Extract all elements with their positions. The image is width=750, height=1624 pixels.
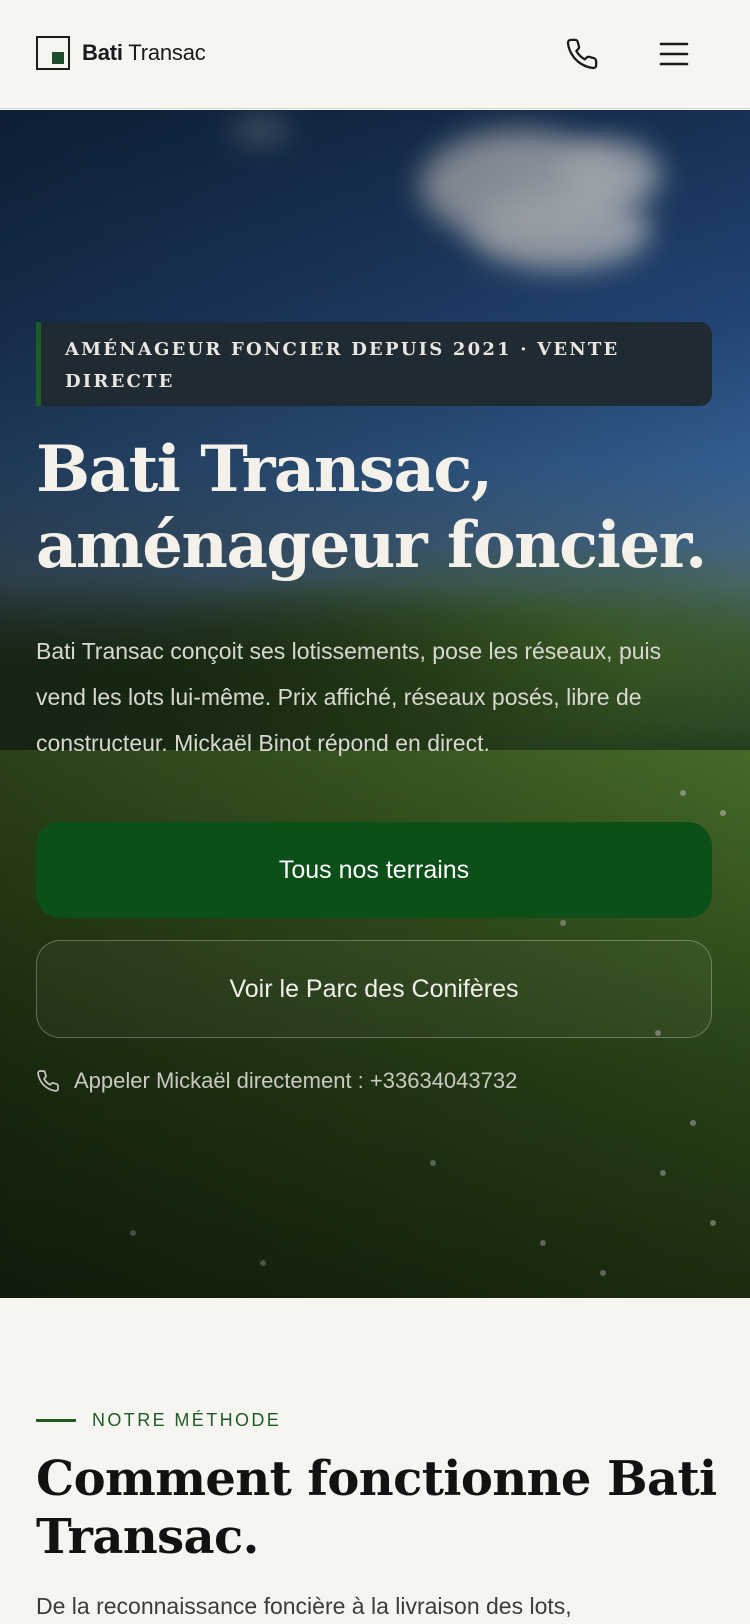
logo-square-icon: [36, 36, 70, 70]
hero-badge-text: AMÉNAGEUR FONCIER DEPUIS 2021 · VENTE DI…: [65, 339, 620, 392]
brand-name-rest: Transac: [128, 40, 206, 65]
call-link[interactable]: Appeler Mickaël directement : +336340437…: [36, 1068, 517, 1094]
phone-icon: [566, 38, 598, 70]
method-title: Comment fonctionne Bati Transac.: [36, 1451, 717, 1565]
menu-button[interactable]: [654, 34, 694, 74]
brand-name-bold: Bati: [82, 40, 123, 65]
call-link-text: Appeler Mickaël directement : +336340437…: [74, 1068, 518, 1093]
header-phone-button[interactable]: [562, 34, 602, 74]
brand-logo[interactable]: Bati Transac: [36, 36, 206, 70]
hero-description: Bati Transac conçoit ses lotissements, p…: [36, 638, 662, 756]
eyebrow-rule: [36, 1419, 76, 1422]
parc-des-coniferes-button[interactable]: Voir le Parc des Conifères: [36, 940, 712, 1038]
site-header: Bati Transac: [0, 0, 750, 109]
method-eyebrow: NOTRE MÉTHODE: [36, 1410, 281, 1431]
hero-title: Bati Transac, aménageur foncier.: [36, 432, 707, 583]
method-eyebrow-text: NOTRE MÉTHODE: [92, 1410, 282, 1430]
hero-badge: AMÉNAGEUR FONCIER DEPUIS 2021 · VENTE DI…: [36, 322, 712, 406]
brand-name: Bati Transac: [82, 40, 206, 66]
phone-icon: [37, 1070, 59, 1092]
menu-icon: [659, 42, 689, 66]
method-description: De la reconnaissance foncière à la livra…: [36, 1593, 572, 1619]
all-terrains-button[interactable]: Tous nos terrains: [36, 822, 712, 918]
